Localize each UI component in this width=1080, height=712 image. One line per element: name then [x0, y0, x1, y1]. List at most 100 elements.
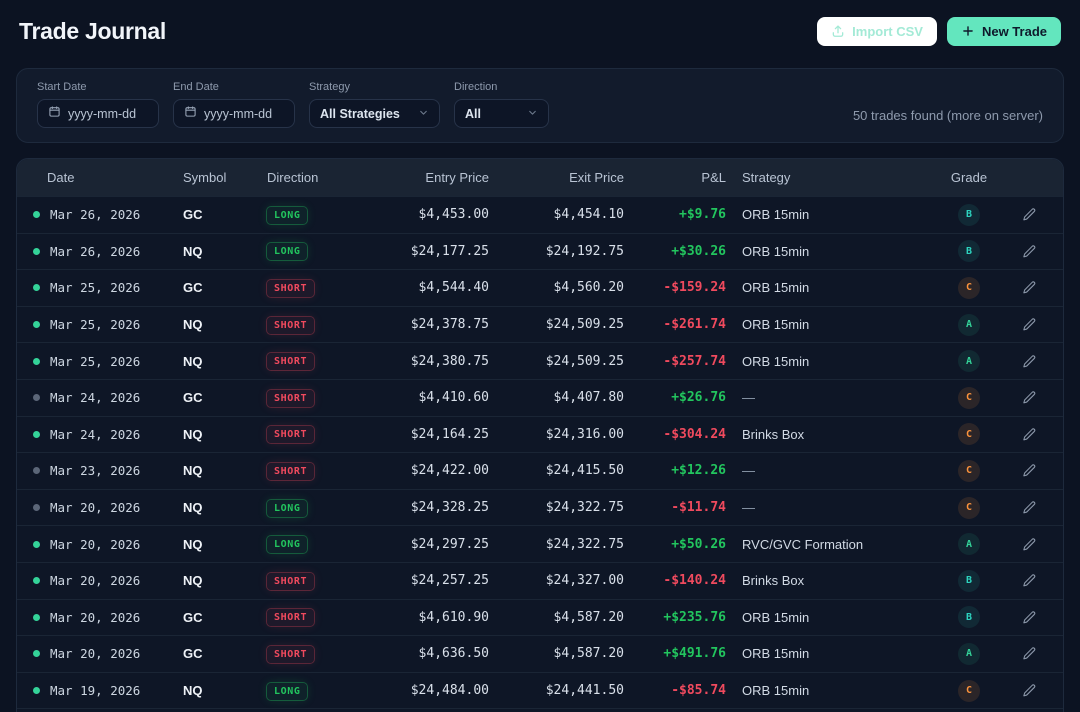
- import-csv-button[interactable]: Import CSV: [817, 16, 937, 46]
- trade-symbol: NQ: [183, 683, 203, 699]
- edit-trade-button[interactable]: [1015, 384, 1043, 412]
- direction-badge: SHORT: [267, 645, 315, 663]
- edit-trade-button[interactable]: [1015, 530, 1043, 558]
- table-row: Mar 20, 2026 GC SHORT $4,636.50 $4,587.2…: [17, 635, 1063, 672]
- edit-trade-button[interactable]: [1015, 457, 1043, 485]
- row-status-dot: [33, 430, 40, 438]
- table-header-row: Date Symbol Direction Entry Price Exit P…: [17, 159, 1063, 196]
- table-row: Mar 25, 2026 NQ SHORT $24,378.75 $24,509…: [17, 305, 1063, 343]
- row-status-dot: [33, 504, 40, 512]
- end-date-input[interactable]: [204, 106, 284, 121]
- edit-trade-button[interactable]: [1015, 420, 1043, 448]
- date-cell: Mar 25, 2026: [33, 280, 183, 295]
- column-header-date: Date: [47, 170, 75, 185]
- start-date-input[interactable]: [68, 106, 148, 121]
- entry-price: $24,378.75: [410, 317, 489, 333]
- pnl-value: +$26.76: [671, 390, 726, 406]
- grade-badge: C: [958, 423, 980, 446]
- date-cell: Mar 20, 2026: [33, 646, 183, 661]
- trades-table: Date Symbol Direction Entry Price Exit P…: [16, 158, 1064, 712]
- row-status-dot: [33, 357, 40, 365]
- exit-price: $4,454.10: [553, 207, 624, 223]
- exit-price: $24,316.00: [545, 426, 624, 442]
- date-cell: Mar 20, 2026: [33, 573, 183, 588]
- grade-badge: B: [958, 203, 980, 226]
- entry-price: $24,257.25: [410, 573, 489, 589]
- trade-symbol: GC: [183, 646, 203, 662]
- date-cell: Mar 20, 2026: [33, 610, 183, 625]
- edit-trade-button[interactable]: [1015, 603, 1043, 631]
- direction-select-value: All: [465, 106, 481, 121]
- grade-cell: A: [941, 642, 997, 665]
- direction-select[interactable]: All: [454, 99, 549, 128]
- pencil-icon: [1022, 245, 1035, 258]
- pnl-value: +$50.26: [671, 536, 726, 552]
- edit-trade-button[interactable]: [1015, 677, 1043, 705]
- table-row: Mar 25, 2026 GC SHORT $4,544.40 $4,560.2…: [17, 269, 1063, 306]
- date-cell: Mar 26, 2026: [33, 207, 183, 222]
- edit-trade-button[interactable]: [1015, 311, 1043, 339]
- entry-price: $24,177.25: [410, 243, 489, 259]
- row-status-dot: [33, 321, 40, 329]
- actions-cell: [997, 494, 1047, 522]
- direction-badge: LONG: [267, 206, 308, 224]
- direction-badge: SHORT: [267, 426, 315, 444]
- trade-strategy: —: [742, 500, 755, 516]
- direction-badge: LONG: [267, 682, 308, 700]
- table-row: Mar 26, 2026 GC LONG $4,453.00 $4,454.10…: [17, 196, 1063, 233]
- trade-strategy: Brinks Box: [742, 426, 805, 442]
- entry-price: $24,164.25: [410, 426, 489, 442]
- actions-cell: [997, 384, 1047, 412]
- grade-cell: B: [941, 240, 997, 263]
- direction-cell: SHORT: [267, 389, 377, 407]
- grade-cell: B: [941, 203, 997, 226]
- new-trade-button[interactable]: New Trade: [946, 16, 1061, 46]
- date-cell: Mar 23, 2026: [33, 463, 183, 478]
- actions-cell: [997, 530, 1047, 558]
- trade-symbol: GC: [183, 207, 203, 223]
- direction-cell: SHORT: [267, 352, 377, 371]
- column-header-strategy: Strategy: [742, 170, 791, 185]
- table-row: Mar 20, 2026 NQ LONG $24,328.25 $24,322.…: [17, 488, 1063, 526]
- grade-badge: A: [958, 533, 980, 556]
- edit-trade-button[interactable]: [1015, 201, 1043, 229]
- pencil-icon: [1022, 574, 1035, 587]
- edit-trade-button[interactable]: [1015, 494, 1043, 522]
- pencil-icon: [1022, 501, 1035, 514]
- entry-price: $4,610.90: [418, 609, 489, 625]
- actions-cell: [997, 347, 1047, 375]
- edit-trade-button[interactable]: [1015, 274, 1043, 302]
- entry-price: $24,328.25: [410, 500, 489, 516]
- trade-date: Mar 23, 2026: [50, 463, 141, 479]
- grade-badge: B: [958, 569, 980, 592]
- pnl-value: -$85.74: [671, 683, 726, 699]
- direction-cell: LONG: [267, 242, 377, 261]
- grade-badge: B: [958, 606, 980, 629]
- grade-cell: C: [941, 423, 997, 446]
- edit-trade-button[interactable]: [1015, 237, 1043, 265]
- trade-journal-page: Trade Journal Import CSV New Trade Start…: [0, 0, 1080, 712]
- trade-symbol: NQ: [183, 243, 203, 259]
- grade-cell: C: [941, 386, 997, 409]
- exit-price: $24,441.50: [545, 683, 624, 699]
- grade-badge: C: [958, 386, 980, 409]
- plus-icon: [961, 24, 975, 38]
- pencil-icon: [1022, 318, 1035, 331]
- filter-panel: Start Date End Date Strategy All Strateg…: [16, 68, 1064, 143]
- edit-trade-button[interactable]: [1015, 347, 1043, 375]
- topbar: Trade Journal Import CSV New Trade: [16, 10, 1064, 52]
- row-status-dot: [33, 650, 40, 658]
- edit-trade-button[interactable]: [1015, 640, 1043, 668]
- grade-cell: A: [941, 313, 997, 336]
- table-body: Mar 26, 2026 GC LONG $4,453.00 $4,454.10…: [17, 196, 1063, 708]
- direction-badge: SHORT: [267, 572, 315, 590]
- trade-symbol: NQ: [183, 536, 203, 552]
- trade-date: Mar 24, 2026: [50, 426, 141, 442]
- edit-trade-button[interactable]: [1015, 567, 1043, 595]
- grade-cell: A: [941, 350, 997, 373]
- trade-symbol: GC: [183, 390, 203, 406]
- direction-badge: SHORT: [267, 389, 315, 407]
- trade-symbol: NQ: [183, 353, 203, 369]
- row-status-dot: [33, 577, 40, 585]
- strategy-select[interactable]: All Strategies: [309, 99, 440, 128]
